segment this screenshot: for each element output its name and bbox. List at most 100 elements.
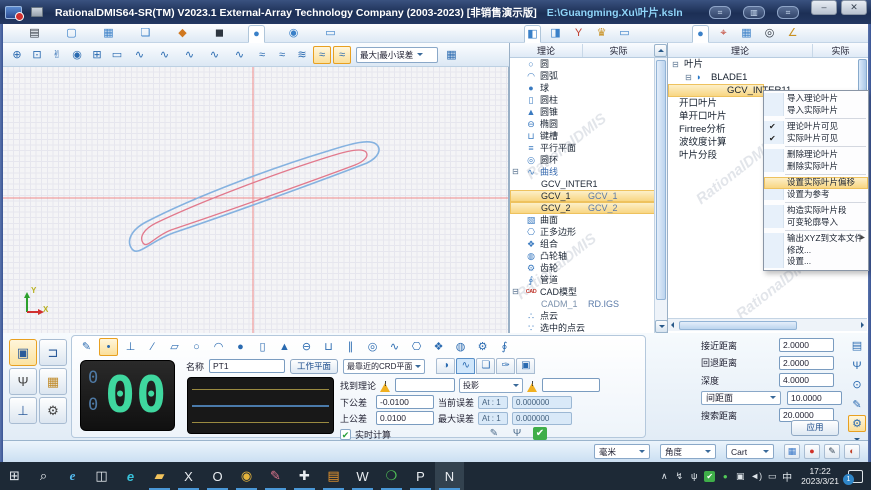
- upper-tolerance-input[interactable]: [376, 411, 434, 425]
- notification-icon[interactable]: 1: [848, 470, 863, 483]
- torus-icon[interactable]: ◎: [363, 338, 382, 356]
- error-mode-dropdown[interactable]: 最大|最小误差: [356, 47, 438, 63]
- scan-curve5-icon[interactable]: ∿: [228, 46, 251, 64]
- theory-feature-input[interactable]: [395, 378, 455, 392]
- machine-button[interactable]: ⚙: [39, 397, 67, 424]
- feature-tree-item[interactable]: ≡ 平行平面: [510, 142, 655, 154]
- context-menu-item[interactable]: 导入理论叶片: [764, 93, 868, 105]
- coord-system-dropdown[interactable]: Cart: [726, 444, 774, 459]
- pick-icon[interactable]: ✎: [77, 338, 96, 356]
- edge-icon[interactable]: e: [116, 462, 145, 490]
- probe-result-tab-icon[interactable]: ◑: [436, 358, 455, 374]
- context-menu-item[interactable]: 设置为参考: [764, 189, 868, 201]
- doc-viewer-icon[interactable]: ▤: [319, 462, 348, 490]
- blade-tree-hscrollbar[interactable]: [668, 318, 867, 331]
- sphere-icon[interactable]: ●: [231, 338, 250, 356]
- remote-app-icon[interactable]: ◫: [87, 462, 116, 490]
- tray-expand-icon[interactable]: ∧: [659, 471, 669, 482]
- context-menu-item[interactable]: 设置实际叶片偏移: [764, 177, 868, 189]
- blade-tree-item[interactable]: ⊟ ◗ BLADE1: [668, 71, 856, 84]
- blade-fit2-icon[interactable]: ≈: [333, 46, 351, 64]
- taskbar-clock[interactable]: 17:22 2023/3/21: [801, 466, 839, 486]
- context-menu-item[interactable]: 导入实际叶片: [764, 105, 868, 117]
- combine-icon[interactable]: ❖: [429, 338, 448, 356]
- probe-view-icon[interactable]: Ψ: [848, 357, 866, 374]
- scroll-down-button[interactable]: [655, 320, 667, 333]
- feature-panel-tab-icon[interactable]: ◧: [524, 25, 541, 43]
- color-model-tab-icon[interactable]: ◆: [174, 25, 191, 41]
- expander-icon[interactable]: ⊟: [512, 166, 519, 178]
- graphics-canvas[interactable]: Y X: [3, 67, 509, 333]
- crd-plane-dropdown[interactable]: 最靠近的CRD平面: [343, 359, 425, 374]
- ellipse-icon[interactable]: ⊖: [297, 338, 316, 356]
- jogbox2-icon[interactable]: ⌗: [777, 6, 799, 19]
- polygon-icon[interactable]: ⎔: [407, 338, 426, 356]
- measure-feature-button[interactable]: ▣: [9, 339, 37, 366]
- tray-ime-icon[interactable]: 中: [782, 469, 792, 484]
- expander-icon[interactable]: ⊟: [672, 58, 679, 71]
- feature-tree-scrollbar[interactable]: [654, 58, 667, 333]
- feature-tree-item[interactable]: CADM_1 RD.IGS: [510, 298, 655, 310]
- projection-value-input[interactable]: [542, 378, 600, 392]
- lower-tolerance-input[interactable]: [376, 395, 434, 409]
- alignment-button[interactable]: ⊥: [9, 397, 37, 424]
- search-button[interactable]: ⌕: [29, 462, 58, 490]
- view-orient-icon[interactable]: ◉: [68, 46, 86, 64]
- feature-tree-item[interactable]: ⊔ 键槽: [510, 130, 655, 142]
- parameter-input[interactable]: [779, 338, 834, 352]
- context-menu-item[interactable]: 删除实际叶片: [764, 161, 868, 173]
- rationaldmis-icon[interactable]: N: [435, 462, 464, 490]
- graph-tab-icon[interactable]: ∿: [456, 358, 475, 374]
- tray-volume-icon[interactable]: ◄): [750, 471, 762, 481]
- display-mode-icon[interactable]: ▦: [440, 46, 463, 64]
- toolbox-button[interactable]: ▦: [39, 368, 67, 395]
- screen-capture-icon[interactable]: ▭: [108, 46, 126, 64]
- context-menu-item[interactable]: 输出XYZ到文本文件 ▶: [764, 233, 868, 245]
- pan-icon[interactable]: ⊕: [8, 46, 26, 64]
- realtime-checkbox[interactable]: ✔: [340, 429, 351, 440]
- view-tab-icon[interactable]: ●: [248, 25, 265, 43]
- probe-edit-icon[interactable]: ✎: [848, 396, 866, 413]
- screen-icon[interactable]: ▭: [616, 25, 633, 41]
- camshaft-icon[interactable]: ◍: [451, 338, 470, 356]
- parameter-input[interactable]: [787, 391, 842, 405]
- sphere-tab-icon[interactable]: ◉: [285, 25, 302, 41]
- scan-curve2-icon[interactable]: ∿: [153, 46, 176, 64]
- cube-icon[interactable]: ◨: [547, 25, 564, 41]
- tray-wechat-icon[interactable]: ●: [720, 472, 730, 481]
- parallel-planes-icon[interactable]: ∥: [341, 338, 360, 356]
- record-icon[interactable]: ●: [804, 444, 820, 459]
- scrollbar-thumb[interactable]: [656, 60, 666, 300]
- probe-y-icon[interactable]: Y: [570, 25, 587, 41]
- table-tab-icon[interactable]: ▦: [100, 25, 117, 41]
- feature-tree-item[interactable]: ⚙ 齿轮: [510, 262, 655, 274]
- search-icon[interactable]: ⊙: [848, 376, 866, 393]
- workplane-button[interactable]: 工作平面: [290, 359, 338, 374]
- hand-icon[interactable]: ✌: [48, 46, 66, 64]
- probe-small-icon[interactable]: Ψ: [510, 427, 524, 440]
- graph-toggle-icon[interactable]: ▦: [784, 444, 800, 459]
- feature-tree-item[interactable]: ⊟ CAD CAD模型: [510, 286, 655, 298]
- feature-tree-item[interactable]: ○ 圆: [510, 58, 655, 70]
- angle-unit-dropdown[interactable]: 角度: [660, 444, 716, 459]
- cone-icon[interactable]: ▲: [275, 338, 294, 356]
- tray-defender-icon[interactable]: ✔: [704, 471, 715, 482]
- axes-icon[interactable]: ⌖: [715, 25, 732, 41]
- parameter-input[interactable]: [779, 356, 834, 370]
- feature-tree-item[interactable]: ⊖ 椭圆: [510, 118, 655, 130]
- slot-icon[interactable]: ⊔: [319, 338, 338, 356]
- blade-tree-item[interactable]: ⊟ 叶片: [668, 58, 856, 71]
- excel-icon[interactable]: X: [174, 462, 203, 490]
- tray-display-icon[interactable]: ▣: [735, 471, 745, 482]
- powerpoint-icon[interactable]: P: [406, 462, 435, 490]
- dro-icon[interactable]: ◐: [844, 444, 860, 459]
- expander-icon[interactable]: ⊟: [685, 71, 692, 84]
- zoom-window-icon[interactable]: ⊡: [28, 46, 46, 64]
- outlook-icon[interactable]: O: [203, 462, 232, 490]
- tray-network-icon[interactable]: ▭: [767, 471, 777, 482]
- blade-fit-icon[interactable]: ≈: [313, 46, 331, 64]
- plane-icon[interactable]: ▱: [165, 338, 184, 356]
- feature-tree-item[interactable]: ▯ 圆柱: [510, 94, 655, 106]
- word-icon[interactable]: W: [348, 462, 377, 490]
- feature-tree-item[interactable]: ◠ 圆弧: [510, 70, 655, 82]
